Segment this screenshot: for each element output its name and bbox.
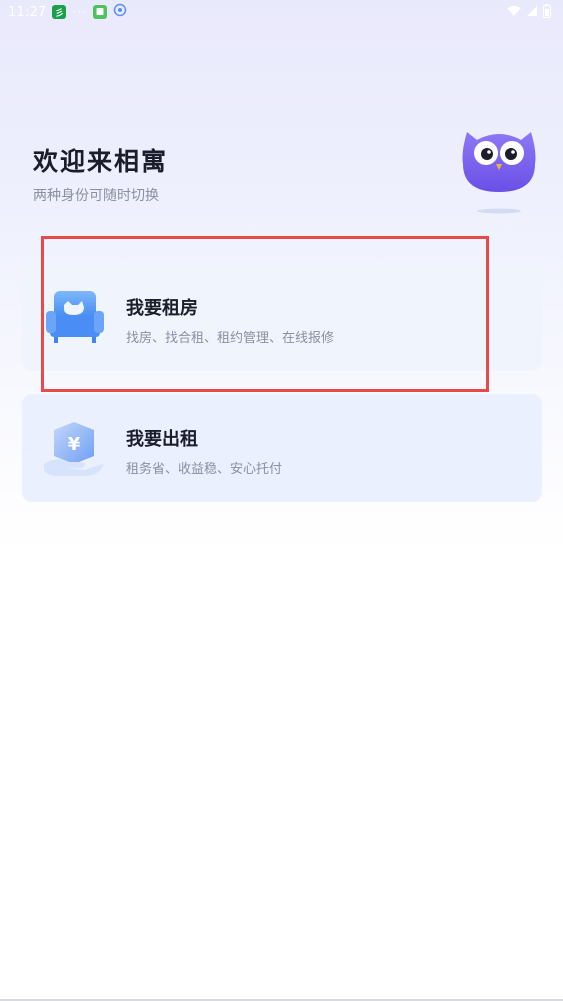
yuan-hand-icon: ¥: [44, 420, 106, 478]
sofa-icon: [44, 289, 106, 347]
page-subtitle: 两种身份可随时切换: [33, 188, 159, 204]
battery-icon: [542, 4, 552, 22]
rent-out-option[interactable]: ¥ 我要出租 租务省、收益稳、安心托付: [22, 394, 542, 502]
owl-mascot-icon: [455, 122, 543, 222]
option-desc: 找房、找合租、租约管理、在线报修: [126, 331, 335, 346]
vpn-icon: [113, 3, 127, 21]
svg-text:¥: ¥: [68, 434, 81, 455]
rent-house-option[interactable]: 我要租房 找房、找合租、租约管理、在线报修: [22, 263, 542, 371]
option-title: 我要租房: [126, 298, 198, 319]
role-select-screen: 11:27 彡 ··· ■ 欢迎来相寓 两种身份可随时切换 我要租房 找房、找合…: [0, 0, 563, 1001]
option-title: 我要出租: [126, 429, 198, 450]
more-dots-icon: ···: [72, 5, 87, 19]
app-icon-green: 彡: [52, 5, 67, 19]
status-time: 11:27: [8, 4, 47, 20]
status-bar: 11:27 彡 ··· ■: [0, 0, 563, 24]
wifi-icon: [507, 5, 521, 21]
page-title: 欢迎来相寓: [33, 147, 169, 176]
status-right: [507, 4, 552, 22]
notification-icons: 彡 ··· ■: [52, 3, 127, 21]
option-desc: 租务省、收益稳、安心托付: [126, 462, 283, 477]
signal-icon: [526, 5, 538, 21]
app-icon-lime: ■: [92, 5, 107, 19]
